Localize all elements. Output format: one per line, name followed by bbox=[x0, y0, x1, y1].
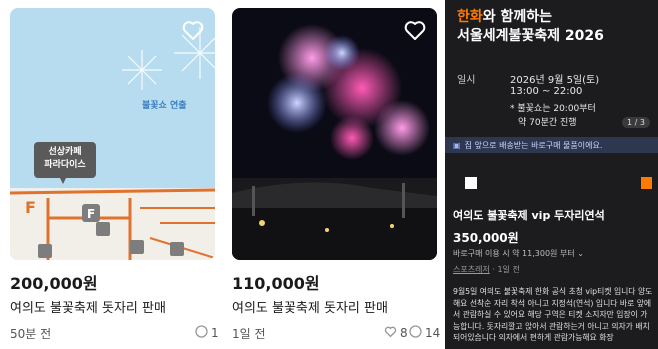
heart-icon[interactable] bbox=[403, 18, 427, 42]
category-link[interactable]: 스포츠레저 bbox=[453, 265, 490, 274]
banner-subtitle: 서울세계불꽃축제 2026 bbox=[457, 28, 604, 44]
listing-like-count: 8 bbox=[384, 325, 408, 341]
heart-icon[interactable] bbox=[181, 18, 205, 42]
truck-icon: ▣ bbox=[453, 140, 461, 150]
listing-chat-count: 14 bbox=[409, 325, 440, 341]
show-note-2: 약 70분간 진행 bbox=[518, 118, 577, 128]
like-count-value: 8 bbox=[400, 326, 408, 340]
detail-price: 350,000원 bbox=[453, 231, 519, 245]
listing-price: 110,000원 bbox=[232, 274, 320, 293]
detail-description: 9월5일 여의도 불꽃축제 한화 공식 초청 vip티켓 입니다 양도해요 선착… bbox=[453, 287, 653, 342]
promo-text: 집 앞으로 배송받는 바로구매 물품이에요. bbox=[464, 140, 603, 150]
chat-bubble-icon bbox=[195, 325, 208, 341]
banner-line1: 와 함께하는 bbox=[482, 9, 553, 25]
svg-text:F: F bbox=[87, 207, 95, 221]
date-value: 2026년 9월 5일(토) bbox=[510, 75, 600, 86]
date-label: 일시 bbox=[457, 75, 476, 86]
time-value: 13:00 ~ 22:00 bbox=[510, 86, 583, 97]
listing-chat-count: 1 bbox=[195, 325, 219, 341]
listing-card-1[interactable]: F F 선상카페 파라다이스 불꽃쇼 연출 200,000원 여의도 불꽃축제 … bbox=[0, 0, 222, 349]
banner-title: 한화와 함께하는 bbox=[457, 6, 552, 26]
brand-name: 한화 bbox=[457, 9, 483, 25]
detail-title: 여의도 불꽃축제 vip 두자리연석 bbox=[453, 209, 605, 222]
listing-title[interactable]: 여의도 불꽃축제 돗자리 판매 bbox=[10, 297, 166, 316]
installment-info[interactable]: 바로구매 이용 시 약 11,300원 부터 ⌄ bbox=[453, 248, 584, 259]
detail-meta: 스포츠레저 · 1일 전 bbox=[453, 265, 520, 274]
orange-square-thumb bbox=[641, 177, 652, 189]
listing-detail-panel: 한화와 함께하는 서울세계불꽃축제 2026 일시 2026년 9월 5일(토)… bbox=[445, 0, 658, 349]
show-note-1: * 불꽃쇼는 20:00부터 bbox=[510, 104, 596, 114]
cafe-map-label: 선상카페 파라다이스 bbox=[44, 147, 86, 170]
listing-time-ago: 50분 전 bbox=[10, 327, 52, 341]
listing-time-ago: 1일 전 bbox=[232, 327, 266, 341]
listing-card-2[interactable]: 110,000원 여의도 불꽃축제 돗자리 판매 1일 전 8 14 bbox=[222, 0, 445, 349]
listing-thumbnail-map[interactable]: F F 선상카페 파라다이스 불꽃쇼 연출 bbox=[10, 8, 215, 260]
listing-thumbnail-photo[interactable] bbox=[232, 8, 437, 260]
fireworks-show-map-label: 불꽃쇼 연출 bbox=[142, 101, 187, 111]
heart-outline-icon bbox=[384, 325, 397, 341]
white-square-thumb bbox=[465, 177, 477, 189]
image-page-indicator: 1 / 3 bbox=[622, 117, 650, 128]
listing-price: 200,000원 bbox=[10, 274, 98, 293]
chat-bubble-icon bbox=[409, 325, 422, 341]
fireworks-photo bbox=[232, 24, 437, 260]
posted-time: 1일 전 bbox=[497, 265, 520, 274]
direct-buy-promo-bar[interactable]: ▣ 집 앞으로 배송받는 바로구매 물품이에요. bbox=[445, 137, 658, 153]
chat-count-value: 1 bbox=[211, 326, 219, 340]
venue-map-image: F F bbox=[10, 27, 215, 260]
chat-count-value: 14 bbox=[425, 326, 441, 340]
listing-title[interactable]: 여의도 불꽃축제 돗자리 판매 bbox=[232, 297, 388, 316]
svg-text:F: F bbox=[25, 198, 36, 217]
